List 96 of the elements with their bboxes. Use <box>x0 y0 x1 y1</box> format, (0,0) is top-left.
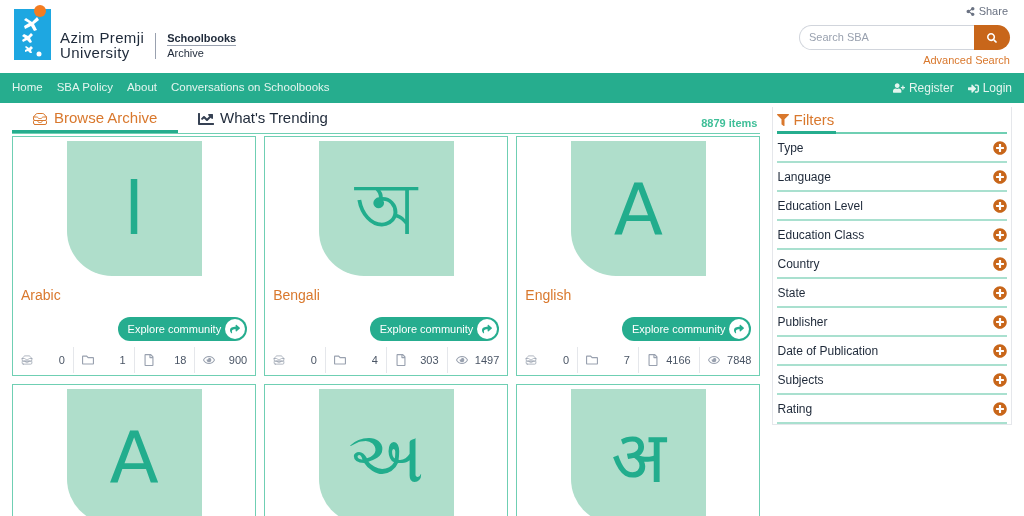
inbox-icon <box>21 354 33 366</box>
filter-row[interactable]: Country <box>777 250 1007 279</box>
item-count: 8879 items <box>701 115 759 131</box>
archive-title: Archive <box>167 46 205 60</box>
folder-icon <box>333 354 346 366</box>
filter-label: Date of Publication <box>777 342 879 360</box>
university-logo-icon <box>14 4 54 60</box>
eye-icon <box>455 354 468 366</box>
explore-community-button[interactable]: Explore community <box>369 317 500 341</box>
eye-icon <box>707 354 720 366</box>
script-letter: અ <box>348 420 425 493</box>
expand-plus-icon[interactable] <box>993 256 1007 271</box>
expand-plus-icon[interactable] <box>993 169 1007 184</box>
inbox-icon <box>32 110 48 127</box>
search-button[interactable] <box>974 25 1010 50</box>
nav-link[interactable]: About <box>126 79 157 97</box>
script-letter: अ <box>610 420 666 493</box>
login-link[interactable]: Login <box>967 79 1012 97</box>
expand-plus-icon[interactable] <box>993 343 1007 358</box>
register-link[interactable]: Register <box>892 79 954 97</box>
stat-count: 1497 <box>474 352 500 368</box>
sign-in-icon <box>967 82 979 94</box>
inbox-icon <box>273 354 286 366</box>
language-name[interactable]: English <box>525 285 572 306</box>
expand-plus-icon[interactable] <box>993 372 1007 387</box>
script-letter: A <box>109 420 159 493</box>
stat-count: 900 <box>228 352 248 368</box>
stat-count: 7848 <box>727 352 752 368</box>
filter-row[interactable]: Language <box>777 163 1007 192</box>
file-icon <box>394 354 407 366</box>
tab[interactable]: What's Trending <box>178 107 348 133</box>
nav-link[interactable]: SBA Policy <box>56 79 113 97</box>
filter-row[interactable]: Type <box>777 134 1007 163</box>
filter-row[interactable]: Publisher <box>777 308 1007 337</box>
stat-count: 303 <box>420 352 439 368</box>
folder-icon <box>81 354 94 366</box>
community-card[interactable]: অ Bengali Explore community 0 4 303 1497 <box>264 136 509 376</box>
filter-label: Rating <box>777 400 813 418</box>
archive-title: Schoolbooks <box>167 31 237 46</box>
stat-count: 0 <box>563 352 570 368</box>
community-card[interactable]: અ <box>264 384 509 516</box>
community-card[interactable]: अ <box>516 384 761 516</box>
expand-plus-icon[interactable] <box>993 314 1007 329</box>
stat-count: 0 <box>310 352 317 368</box>
script-letter: ا <box>124 172 145 245</box>
filter-label: Type <box>777 139 804 157</box>
stat-count: 4 <box>371 352 378 368</box>
filter-label: State <box>777 284 806 302</box>
nav-link[interactable]: Conversations on Schoolbooks <box>171 79 330 97</box>
language-name[interactable]: Arabic <box>21 285 61 306</box>
search-icon <box>987 32 997 43</box>
stat-count: 1 <box>119 352 126 368</box>
explore-community-button[interactable]: Explore community <box>621 317 752 341</box>
filter-label: Subjects <box>777 371 824 389</box>
filter-row[interactable]: Subjects <box>777 366 1007 395</box>
filter-label: Education Class <box>777 226 865 244</box>
stat-count: 4166 <box>666 352 691 368</box>
folder-icon <box>586 354 599 366</box>
explore-community-button[interactable]: Explore community <box>117 317 248 341</box>
file-icon <box>646 354 659 366</box>
stat-count: 0 <box>58 352 65 368</box>
share-icon <box>965 6 975 16</box>
language-name[interactable]: Bengali <box>273 285 320 306</box>
eye-icon <box>203 354 216 366</box>
nav-link[interactable]: Home <box>12 79 43 97</box>
filter-row[interactable]: Date of Publication <box>777 337 1007 366</box>
filter-row[interactable]: Education Level <box>777 192 1007 221</box>
share-button[interactable]: Share <box>965 4 1010 18</box>
stat-count: 7 <box>623 352 630 368</box>
script-letter: অ <box>355 172 418 245</box>
file-icon <box>142 354 155 366</box>
search-field[interactable]: Search SBA <box>799 25 974 50</box>
expand-plus-icon[interactable] <box>993 140 1007 155</box>
expand-plus-icon[interactable] <box>993 227 1007 242</box>
filters-heading: Filters <box>777 108 837 134</box>
inbox-icon <box>525 354 538 366</box>
expand-plus-icon[interactable] <box>993 198 1007 213</box>
filter-label: Publisher <box>777 313 828 331</box>
add-user-icon <box>892 82 905 94</box>
filter-row[interactable]: State <box>777 279 1007 308</box>
filter-icon <box>777 113 790 126</box>
filter-row[interactable]: Rating <box>777 395 1007 424</box>
filter-label: Education Level <box>777 197 863 215</box>
expand-plus-icon[interactable] <box>993 285 1007 300</box>
filter-label: Language <box>777 168 831 186</box>
stat-count: 18 <box>174 352 187 368</box>
line-chart-icon <box>198 110 214 127</box>
logo-text: University <box>60 45 130 60</box>
community-card[interactable]: A <box>12 384 257 516</box>
advanced-search-link[interactable]: Advanced Search <box>923 52 1010 69</box>
tab[interactable]: Browse Archive <box>12 107 178 133</box>
filter-label: Country <box>777 255 820 273</box>
expand-plus-icon[interactable] <box>993 401 1007 416</box>
filter-row[interactable]: Education Class <box>777 221 1007 250</box>
script-letter: A <box>613 172 663 245</box>
community-card[interactable]: A English Explore community 0 7 4166 7848 <box>516 136 761 376</box>
